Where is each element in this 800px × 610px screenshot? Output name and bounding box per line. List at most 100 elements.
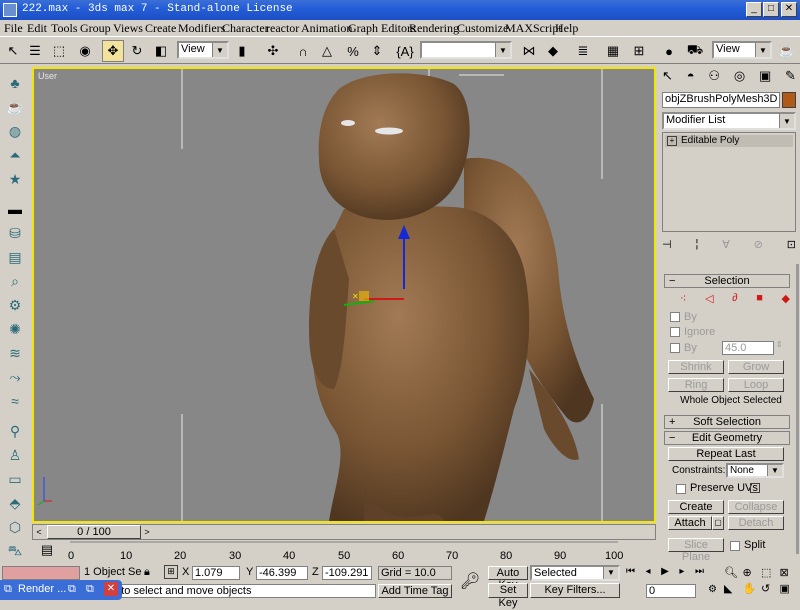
repeat-last-button[interactable]: Repeat Last: [668, 447, 784, 461]
torus-knot-icon[interactable]: ✺: [4, 318, 26, 340]
attach-button[interactable]: Attach: [668, 516, 712, 530]
pin-stack-icon[interactable]: ⊣: [662, 238, 672, 252]
menu-tools[interactable]: Tools: [51, 21, 78, 36]
plane-icon[interactable]: ▬: [4, 198, 26, 220]
selection-rollout-header[interactable]: − Selection: [664, 274, 790, 288]
preserve-uvs-settings-icon[interactable]: [750, 483, 760, 493]
select-object-icon[interactable]: ↖: [2, 40, 24, 62]
mini-curve-editor-icon[interactable]: ▤: [36, 542, 58, 562]
maxscript-listener-mini[interactable]: [2, 566, 80, 580]
collapse-button[interactable]: Collapse: [728, 500, 784, 514]
zoom-extents-all-icon[interactable]: ⊠: [780, 566, 799, 582]
lock-selection-icon[interactable]: 🔒︎: [144, 566, 150, 579]
pan-icon[interactable]: ✋: [743, 582, 762, 598]
biped-icon[interactable]: ♙: [4, 444, 26, 466]
render-scene-icon[interactable]: ⛟: [684, 40, 706, 62]
close-button[interactable]: ✕: [781, 2, 797, 17]
select-by-name-icon[interactable]: ☰: [24, 40, 46, 62]
edge-icon[interactable]: ◁: [705, 292, 713, 306]
zoom-icon[interactable]: 🔍︎: [724, 566, 743, 582]
menu-help[interactable]: Help: [555, 21, 578, 36]
split-checkbox[interactable]: [730, 541, 740, 551]
rectangular-selection-icon[interactable]: ⬚: [48, 40, 70, 62]
layer-manager-icon[interactable]: ≣: [572, 40, 594, 62]
zoom-extents-icon[interactable]: ⬚: [761, 566, 780, 582]
menu-animation[interactable]: Animation: [301, 21, 352, 36]
key-filters-button[interactable]: Key Filters...: [530, 583, 620, 598]
stack-item-editable-poly[interactable]: + Editable Poly: [665, 135, 793, 147]
by-vertex-checkbox[interactable]: [670, 312, 680, 322]
field-of-view-icon[interactable]: ◣: [724, 582, 743, 598]
next-frame-arrow-icon[interactable]: >: [141, 525, 153, 539]
percent-snap-icon[interactable]: %: [342, 40, 364, 62]
menu-customize[interactable]: Customize: [457, 21, 508, 36]
soft-selection-rollout-header[interactable]: + Soft Selection: [664, 415, 790, 429]
window-crossing-icon[interactable]: ◉: [74, 40, 96, 62]
cloth-icon[interactable]: ▭: [4, 468, 26, 490]
time-slider-thumb[interactable]: 0 / 100: [47, 525, 141, 539]
schematic-view-icon[interactable]: ⊞: [628, 40, 650, 62]
go-to-start-icon[interactable]: ⏮: [626, 566, 635, 580]
maximize-button[interactable]: □: [763, 2, 779, 17]
patch-icon[interactable]: ▤: [4, 246, 26, 268]
attach-list-icon[interactable]: ▢: [712, 516, 724, 530]
time-configuration-icon[interactable]: ⚙: [708, 584, 717, 595]
next-frame-icon[interactable]: ▸: [679, 566, 684, 580]
menu-character[interactable]: Character: [222, 21, 269, 36]
bend-icon[interactable]: ⤳: [4, 366, 26, 388]
render-type-dropdown[interactable]: View ▼: [712, 41, 772, 59]
slice-plane-button[interactable]: Slice Plane: [668, 538, 724, 563]
ripple-icon[interactable]: ≈: [4, 390, 26, 412]
ring-button[interactable]: Ring: [668, 378, 724, 392]
display-tab-icon[interactable]: ▣: [759, 68, 771, 90]
spinner-snap-icon[interactable]: ⇕: [366, 40, 388, 62]
expand-icon[interactable]: +: [667, 136, 677, 146]
select-and-scale-icon[interactable]: ◧: [150, 40, 172, 62]
play-icon[interactable]: ▶: [661, 566, 669, 580]
gear-icon[interactable]: ⚙: [4, 294, 26, 316]
auto-key-button[interactable]: Auto Key: [488, 566, 528, 591]
select-and-manipulate-icon[interactable]: ✣: [262, 40, 284, 62]
angle-snap-icon[interactable]: △: [316, 40, 338, 62]
sphere-icon[interactable]: ◍: [4, 120, 26, 142]
modify-tab-icon[interactable]: ◓: [687, 68, 695, 90]
go-to-end-icon[interactable]: ⏭: [695, 566, 704, 580]
menu-graph-editors[interactable]: Graph Editors: [348, 21, 416, 36]
key-mode-dropdown[interactable]: Selected ▼: [530, 565, 620, 581]
named-selection-dropdown[interactable]: ▼: [420, 41, 512, 59]
car-icon[interactable]: ⛍: [4, 540, 26, 562]
snap-toggle-icon[interactable]: ∩: [292, 40, 314, 62]
modifier-list-dropdown[interactable]: Modifier List ▼: [662, 112, 796, 130]
edit-named-selection-icon[interactable]: {A}: [394, 40, 416, 62]
arc-rotate-icon[interactable]: ↺: [761, 582, 780, 598]
close-icon[interactable]: ✕: [104, 582, 118, 596]
object-name-field[interactable]: objZBrushPolyMesh3D: [662, 92, 780, 108]
border-icon[interactable]: ∂: [732, 292, 737, 306]
select-and-move-icon[interactable]: ✥: [102, 40, 124, 62]
shrink-button[interactable]: Shrink: [668, 360, 724, 374]
vertex-icon[interactable]: ⁖: [680, 292, 686, 306]
create-button[interactable]: Create: [668, 500, 724, 514]
curve-editor-icon[interactable]: ▦: [602, 40, 624, 62]
set-key-button[interactable]: Set Key: [488, 583, 528, 609]
command-panel-scrollbar[interactable]: [796, 264, 799, 554]
taskbar-button[interactable]: ⧉ Render ... ⧉ ⧉ ✕: [0, 580, 122, 600]
preserve-uvs-checkbox[interactable]: [676, 484, 686, 494]
detach-button[interactable]: Detach: [728, 516, 784, 530]
track-bar[interactable]: 0 10 20 30 40 50 60 70 80 90 100: [32, 540, 656, 564]
reference-coordinate-dropdown[interactable]: View ▼: [177, 41, 229, 59]
create-tab-icon[interactable]: ↖: [662, 68, 673, 90]
quick-render-icon[interactable]: ☕: [776, 40, 798, 62]
element-icon[interactable]: ◆: [782, 292, 790, 306]
key-icon[interactable]: 🔑︎: [456, 568, 484, 596]
mirror-icon[interactable]: ⋈: [518, 40, 540, 62]
constraints-dropdown[interactable]: None ▼: [726, 463, 784, 478]
rigid-body-icon[interactable]: ⬘: [4, 492, 26, 514]
align-icon[interactable]: ◆: [542, 40, 564, 62]
polygon-icon[interactable]: ■: [756, 292, 763, 306]
hierarchy-tab-icon[interactable]: ⚇: [708, 68, 720, 90]
menu-file[interactable]: File: [4, 21, 23, 36]
pivot-center-icon[interactable]: ▮: [231, 40, 253, 62]
z-coordinate-field[interactable]: -109.291: [322, 566, 372, 580]
lathe-icon[interactable]: ⌕: [4, 270, 26, 292]
